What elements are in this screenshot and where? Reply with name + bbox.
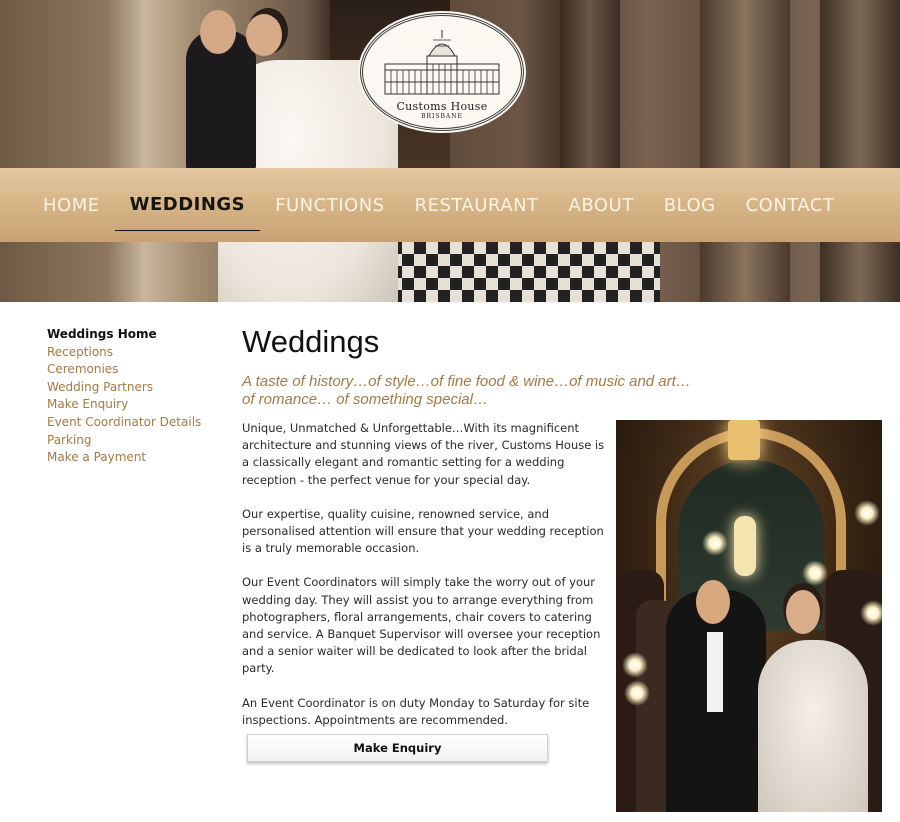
hero-pillar [700,0,790,302]
intro-paragraph: Unique, Unmatched & Unforgettable…With i… [242,421,605,487]
wedding-sparklers-photo [616,420,882,812]
nav-functions[interactable]: FUNCTIONS [260,179,399,231]
customs-house-building-icon [384,30,500,95]
subnav-ceremonies[interactable]: Ceremonies [47,361,227,379]
sparkler-icon [622,652,648,678]
photo-light [734,516,756,576]
sparkler-icon [702,530,728,556]
nav-home[interactable]: HOME [28,179,115,231]
nav-blog[interactable]: BLOG [649,179,731,231]
nav-restaurant[interactable]: RESTAURANT [400,179,554,231]
logo-name: Customs House [396,100,488,113]
body-text: Unique, Unmatched & Unforgettable…With i… [242,420,612,746]
subnav-weddings-home[interactable]: Weddings Home [47,326,227,344]
sparkler-icon [624,680,650,706]
photo-bride-head [786,590,820,634]
hero-pillar [820,0,900,302]
tagline-line-2: of romance… of something special… [242,391,488,408]
subnav-make-enquiry[interactable]: Make Enquiry [47,396,227,414]
hero-banner: Customs House BRISBANE [0,0,900,302]
subnav-parking[interactable]: Parking [47,432,227,450]
sparkler-icon [860,600,882,626]
hero-groom-head [200,10,236,54]
weddings-subnav: Weddings Home Receptions Ceremonies Wedd… [47,326,227,467]
subnav-receptions[interactable]: Receptions [47,344,227,362]
nav-contact[interactable]: CONTACT [731,179,850,231]
page-title: Weddings [242,324,380,359]
coordinators-paragraph: Our Event Coordinators will simply take … [242,575,601,676]
main-nav: HOME WEDDINGS FUNCTIONS RESTAURANT ABOUT… [0,168,900,242]
hero-bride-head [246,14,282,56]
lantern-icon [728,420,760,460]
subnav-make-a-payment[interactable]: Make a Payment [47,449,227,467]
tagline-line-1: A taste of history…of style…of fine food… [242,373,691,390]
sparkler-icon [802,560,828,586]
tagline: A taste of history…of style…of fine food… [242,373,712,409]
make-enquiry-button[interactable]: Make Enquiry [247,734,548,762]
subnav-event-coordinator-details[interactable]: Event Coordinator Details [47,414,227,432]
nav-weddings[interactable]: WEDDINGS [114,179,261,231]
subnav-wedding-partners[interactable]: Wedding Partners [47,379,227,397]
nav-about[interactable]: ABOUT [554,179,649,231]
sparkler-icon [854,500,880,526]
expertise-paragraph: Our expertise, quality cuisine, renowned… [242,506,604,556]
site-logo[interactable]: Customs House BRISBANE [360,13,524,131]
photo-groom-head [696,580,730,624]
photo-bride [758,640,868,812]
photo-groom-shirt [707,632,723,712]
duty-paragraph: An Event Coordinator is on duty Monday t… [242,695,590,727]
logo-subtitle: BRISBANE [421,113,463,120]
